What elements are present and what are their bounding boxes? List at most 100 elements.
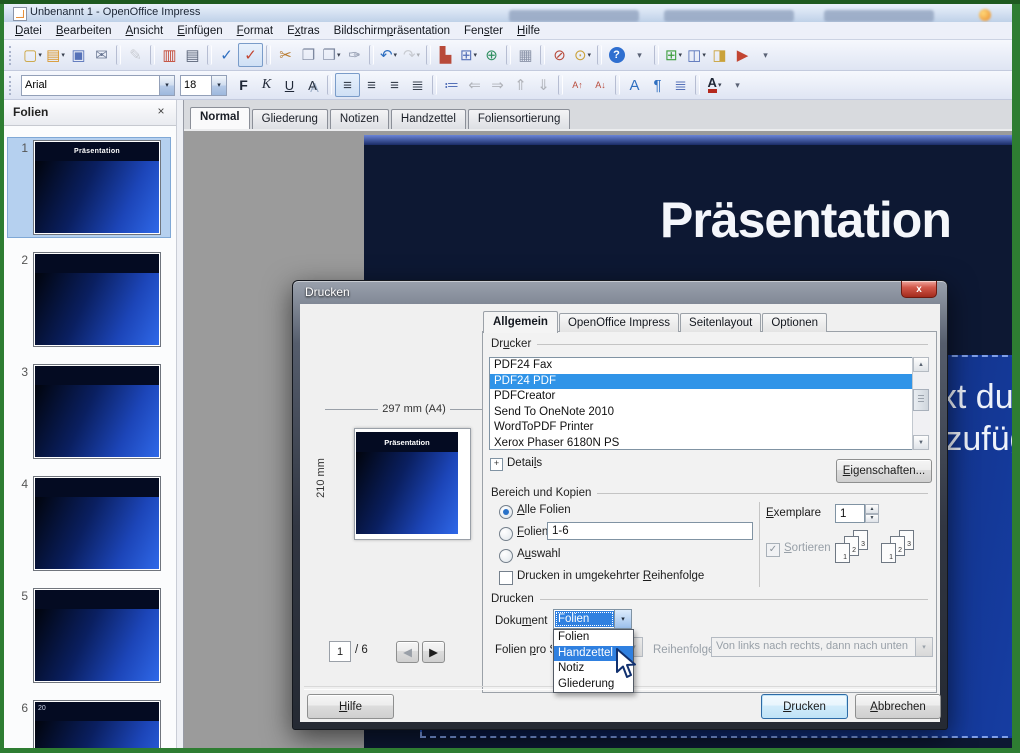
selection-radio[interactable]	[499, 549, 513, 563]
grid-icon[interactable]: ▦ ▾	[514, 44, 537, 66]
increase-font-icon[interactable]: A↑ ▾	[566, 74, 589, 96]
slide-thumbnail[interactable]: 5	[8, 586, 170, 685]
character-dialog-icon[interactable]: A ▾	[623, 74, 646, 96]
view-tab[interactable]: Foliensortierung	[468, 109, 570, 129]
view-tab[interactable]: Gliederung	[252, 109, 328, 129]
view-tab[interactable]: Notizen	[330, 109, 389, 129]
chevron-down-icon[interactable]: ▾	[159, 76, 174, 95]
printer-list[interactable]: PDF24 Fax PDF24 PDF PDFCreator Send To O…	[489, 357, 929, 450]
cancel-button[interactable]: Abbrechen	[855, 694, 941, 719]
printer-list-item[interactable]: Send To OneNote 2010	[490, 405, 928, 421]
all-slides-label[interactable]: Alle Folien	[517, 504, 571, 516]
chart-icon[interactable]: ▙ ▾	[434, 44, 457, 66]
view-tab[interactable]: Handzettel	[391, 109, 466, 129]
slides-range-label[interactable]: Folien	[517, 526, 548, 538]
view-tab[interactable]: Normal	[190, 107, 250, 129]
align-left-icon[interactable]: ≡ ▾	[335, 73, 360, 97]
toolbar-icon[interactable]: ▾	[432, 75, 437, 95]
redo-icon[interactable]: ↷ ▾	[400, 44, 423, 66]
toolbar-icon[interactable]: ▾	[116, 45, 121, 65]
scrollbar-thumb[interactable]	[913, 389, 929, 411]
hyperlink-icon[interactable]: ⊕ ▾	[480, 44, 503, 66]
toolbar-icon[interactable]: ▾	[654, 45, 659, 65]
close-icon[interactable]: x	[901, 281, 937, 298]
reverse-order-label[interactable]: Drucken in umgekehrter Reihenfolge	[517, 570, 704, 582]
align-center-icon[interactable]: ≡ ▾	[360, 74, 383, 96]
open-icon[interactable]: ▤ ▾	[44, 44, 67, 66]
preview-forward-button[interactable]: ▶	[422, 641, 445, 663]
printer-list-item[interactable]: Xerox Phaser 6180N PS	[490, 436, 928, 451]
print-icon[interactable]: ▤ ▾	[181, 44, 204, 66]
dialog-tab[interactable]: OpenOffice Impress	[559, 313, 679, 332]
toolbar-icon[interactable]: ▾	[558, 75, 563, 95]
document-combo[interactable]: Folien ▾	[553, 609, 632, 629]
toolbar-icon[interactable]: ▾	[327, 75, 332, 95]
undo-icon[interactable]: ↶ ▾	[377, 44, 400, 66]
menu-item[interactable]: Bildschirmpräsentation	[327, 22, 457, 40]
printer-list-item[interactable]: WordToPDF Printer	[490, 420, 928, 436]
italic-icon[interactable]: K ▾	[255, 74, 278, 96]
menu-item[interactable]: Extras	[280, 22, 327, 40]
chevron-down-icon[interactable]: ▾	[614, 610, 631, 628]
details-expander-icon[interactable]: +	[490, 458, 503, 471]
menu-item[interactable]: Bearbeiten	[49, 22, 119, 40]
cut-icon[interactable]: ✂ ▾	[274, 44, 297, 66]
zoom-icon[interactable]: ⊙ ▾	[571, 44, 594, 66]
toolbar-icon[interactable]: ▾	[266, 45, 271, 65]
toolbar-icon[interactable]: ▾	[426, 45, 431, 65]
selection-label[interactable]: Auswahl	[517, 548, 560, 560]
new-slide-icon[interactable]: ⊞ ▾	[662, 44, 685, 66]
properties-button[interactable]: Eigenschaften...	[836, 459, 932, 483]
export-pdf-icon[interactable]: ▥ ▾	[158, 44, 181, 66]
format-paintbrush-icon[interactable]: ✑ ▾	[343, 44, 366, 66]
promote-icon[interactable]: ⇒ ▾	[486, 74, 509, 96]
help-icon[interactable]: ? ▾	[605, 44, 628, 66]
slide-thumbnail[interactable]: 1 Präsentation	[8, 138, 170, 237]
dialog-tab[interactable]: Seitenlayout	[680, 313, 761, 332]
font-size-input[interactable]	[181, 76, 211, 95]
toolbar-icon[interactable]: ▾	[506, 45, 511, 65]
start-presentation-icon[interactable]: ▶ ▾	[731, 44, 754, 66]
auto-spellcheck-icon[interactable]: ✓ ▾	[238, 43, 263, 67]
toolbar-grip[interactable]	[9, 46, 16, 65]
slides-range-input[interactable]	[547, 522, 753, 540]
menu-item[interactable]: Format	[230, 22, 280, 40]
dialog-tab[interactable]: Allgemein	[483, 311, 558, 333]
font-name-input[interactable]	[22, 76, 159, 95]
align-right-icon[interactable]: ≡ ▾	[383, 74, 406, 96]
scroll-down-icon[interactable]: ▼	[913, 435, 929, 450]
reverse-order-checkbox[interactable]	[499, 571, 513, 585]
copies-input[interactable]	[835, 504, 865, 523]
edit-file-icon[interactable]: ✎ ▾	[124, 44, 147, 66]
printer-list-scrollbar[interactable]: ▲ ▼	[912, 357, 930, 450]
spellcheck-icon[interactable]: ✓ ▾	[215, 44, 238, 66]
slide-design-icon[interactable]: ◨ ▾	[708, 44, 731, 66]
slide-thumbnail[interactable]: 6 20	[8, 698, 170, 753]
copy-icon[interactable]: ❐ ▾	[297, 44, 320, 66]
panel-splitter[interactable]	[176, 100, 184, 748]
menu-item[interactable]: Ansicht	[119, 22, 171, 40]
menu-item[interactable]: Datei	[8, 22, 49, 40]
toolbar-more-icon[interactable]: ▾ ▾	[628, 44, 651, 66]
dialog-tab[interactable]: Optionen	[762, 313, 827, 332]
toolbar-icon[interactable]: ▾	[207, 45, 212, 65]
print-button[interactable]: Drucken	[761, 694, 848, 719]
toolbar-icon[interactable]: ▾	[540, 45, 545, 65]
underline-icon[interactable]: U ▾	[278, 74, 301, 96]
slide-title[interactable]: Präsentation	[660, 191, 951, 249]
printer-list-item[interactable]: PDF24 Fax	[490, 358, 928, 374]
navigator-icon[interactable]: ⊘ ▾	[548, 44, 571, 66]
slide-thumbnail[interactable]: 3	[8, 362, 170, 461]
demote-icon[interactable]: ⇐ ▾	[463, 74, 486, 96]
decrease-font-icon[interactable]: A↓ ▾	[589, 74, 612, 96]
toolbar-grip[interactable]	[9, 76, 16, 95]
font-shadow-icon[interactable]: A ▾	[301, 74, 324, 96]
details-label[interactable]: Details	[507, 457, 542, 469]
menu-item[interactable]: Hilfe	[510, 22, 547, 40]
slide-thumbnail[interactable]: 2	[8, 250, 170, 349]
font-color-icon[interactable]: A ▾	[703, 74, 726, 96]
scroll-up-icon[interactable]: ▲	[913, 357, 929, 372]
align-justify-icon[interactable]: ≣ ▾	[406, 74, 429, 96]
font-name-combo[interactable]: ▾	[21, 75, 175, 96]
menu-item[interactable]: Einfügen	[170, 22, 229, 40]
